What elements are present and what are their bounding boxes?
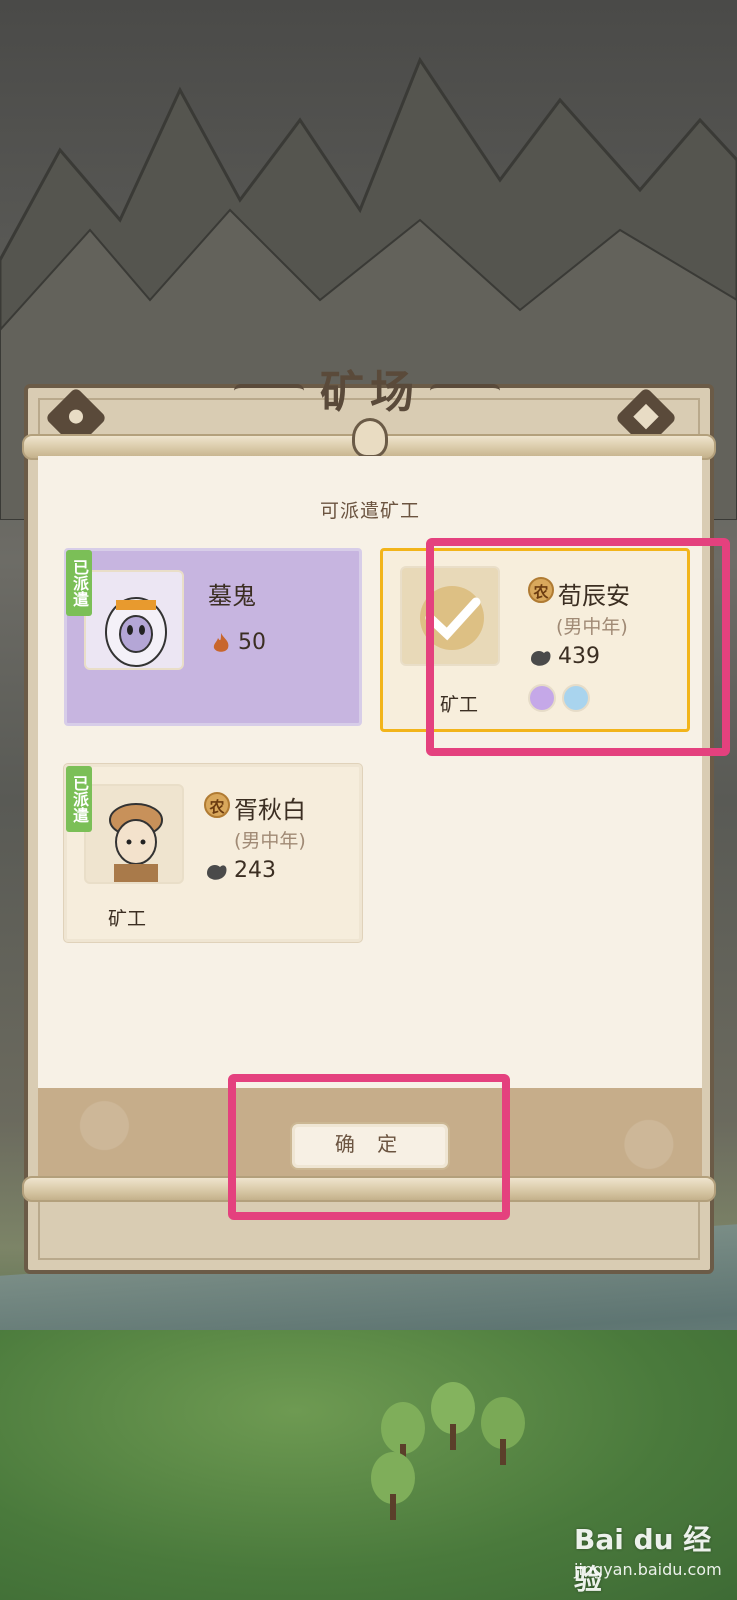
highlight-box-confirm xyxy=(228,1074,510,1220)
tree-icon xyxy=(481,1397,525,1465)
tree-icon xyxy=(431,1382,475,1450)
knot-decoration xyxy=(352,418,388,458)
watermark-logo: Bai du 经验 xyxy=(574,1523,712,1596)
worker-role: 矿工 xyxy=(108,908,147,930)
dispatched-badge: 已派遣 xyxy=(66,550,92,616)
worker-subtitle: (男中年) xyxy=(234,830,306,852)
highlight-box-worker xyxy=(426,538,730,756)
watermark-url: jingyan.baidu.com xyxy=(574,1560,722,1579)
panel-title: 矿场 xyxy=(320,367,420,418)
worker-stat: 50 xyxy=(208,630,266,655)
ghost-portrait-icon xyxy=(105,597,167,667)
dispatched-badge: 已派遣 xyxy=(66,766,92,832)
farmer-tag-icon: 农 xyxy=(204,792,230,818)
panel-subtitle: 可派遣矿工 xyxy=(319,500,420,522)
tree-icon xyxy=(371,1452,415,1520)
strength-icon xyxy=(207,865,227,880)
miner-portrait-icon xyxy=(109,803,163,882)
avatar xyxy=(84,784,184,884)
avatar xyxy=(84,570,184,670)
worker-stat: 243 xyxy=(204,858,276,883)
fire-icon xyxy=(213,633,229,652)
worker-name: 胥秋白 xyxy=(234,796,306,824)
worker-name: 墓鬼 xyxy=(208,582,256,610)
